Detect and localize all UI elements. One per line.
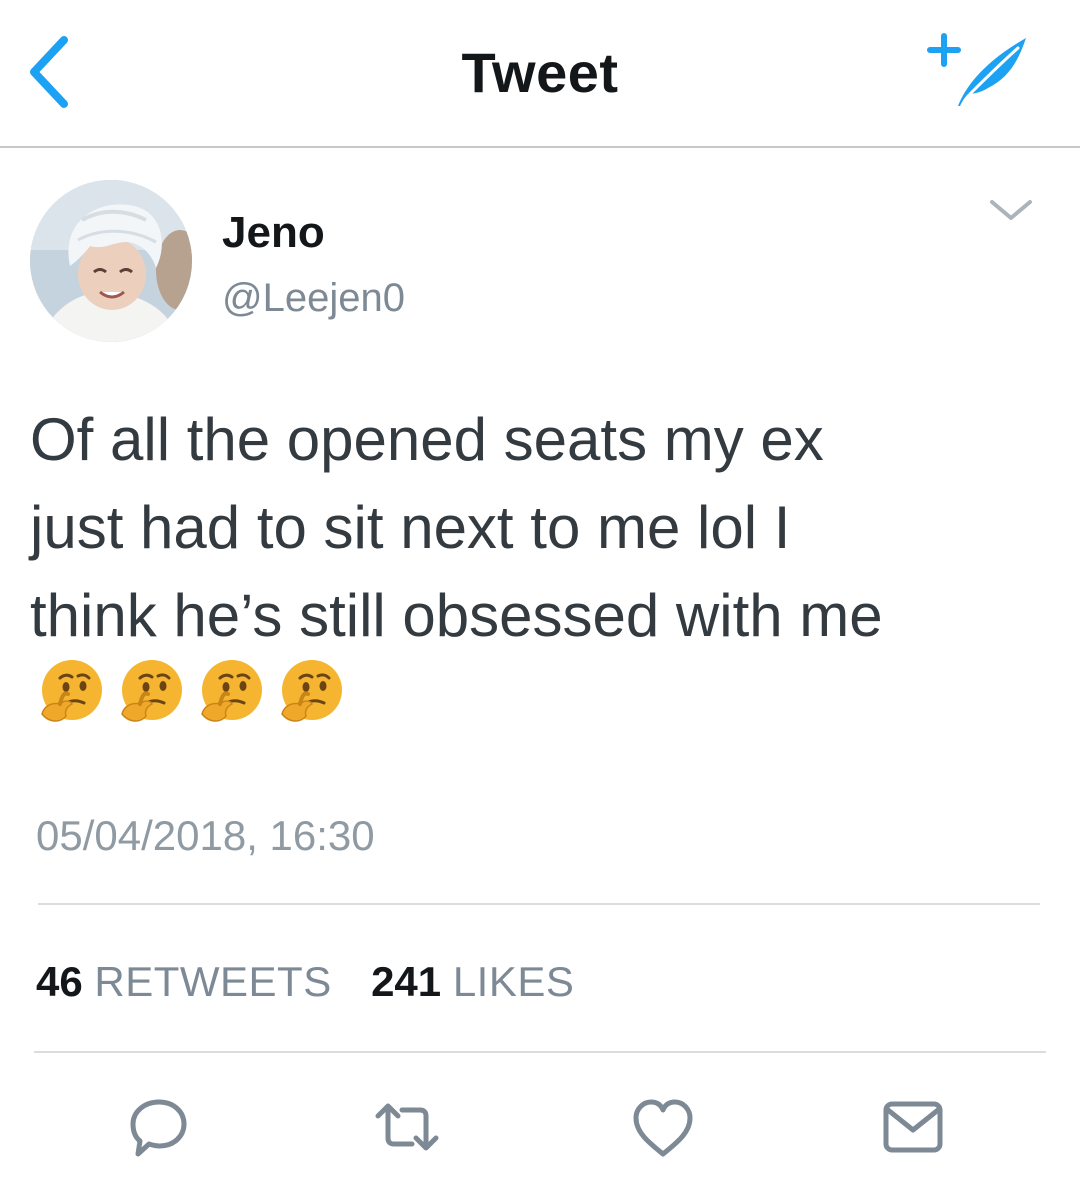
retweets-stat[interactable]: 46 RETWEETS [36,958,332,1005]
emoji-row [34,656,346,730]
heart-icon [633,1099,693,1157]
share-button[interactable] [878,1092,948,1162]
likes-label: LIKES [452,958,575,1005]
retweets-count: 46 [36,958,83,1005]
chevron-down-icon [990,200,1032,220]
retweet-button[interactable] [372,1092,442,1162]
compose-feather-icon [927,33,1026,106]
avatar[interactable] [30,180,192,342]
likes-count: 241 [371,958,442,1005]
reply-icon [130,1099,187,1157]
compose-tweet-button[interactable] [922,28,1034,112]
tweet-options-button[interactable] [984,190,1038,230]
thinking-face-emoji [121,660,182,722]
divider [38,903,1040,905]
page-title: Tweet [461,41,619,104]
retweets-label: RETWEETS [94,958,332,1005]
author-display-name[interactable]: Jeno [222,208,325,258]
envelope-icon [883,1101,943,1153]
tweet-text-line: Of all the opened seats my ex [30,406,824,473]
retweet-icon [375,1103,439,1151]
profile-photo [30,180,192,342]
tweet-detail-screen: Tweet Jeno @Leejen0 Of all the opened se… [0,0,1080,1200]
navigation-bar: Tweet [0,0,1080,148]
likes-stat[interactable]: 241 LIKES [371,958,574,1005]
reply-button[interactable] [124,1092,194,1162]
tweet-stats: 46 RETWEETS 241 LIKES [36,958,574,1006]
author-handle[interactable]: @Leejen0 [222,276,405,321]
divider [34,1051,1046,1053]
tweet-text-line: think he’s still obsessed with me [30,582,883,649]
like-button[interactable] [628,1092,698,1162]
tweet-text-line: just had to sit next to me lol I [30,494,791,561]
thinking-face-emoji [41,660,102,722]
thinking-face-emoji [281,660,342,722]
tweet-text: Of all the opened seats my ex just had t… [30,396,1040,660]
tweet-timestamp: 05/04/2018, 16:30 [36,812,375,859]
thinking-face-emoji [201,660,262,722]
